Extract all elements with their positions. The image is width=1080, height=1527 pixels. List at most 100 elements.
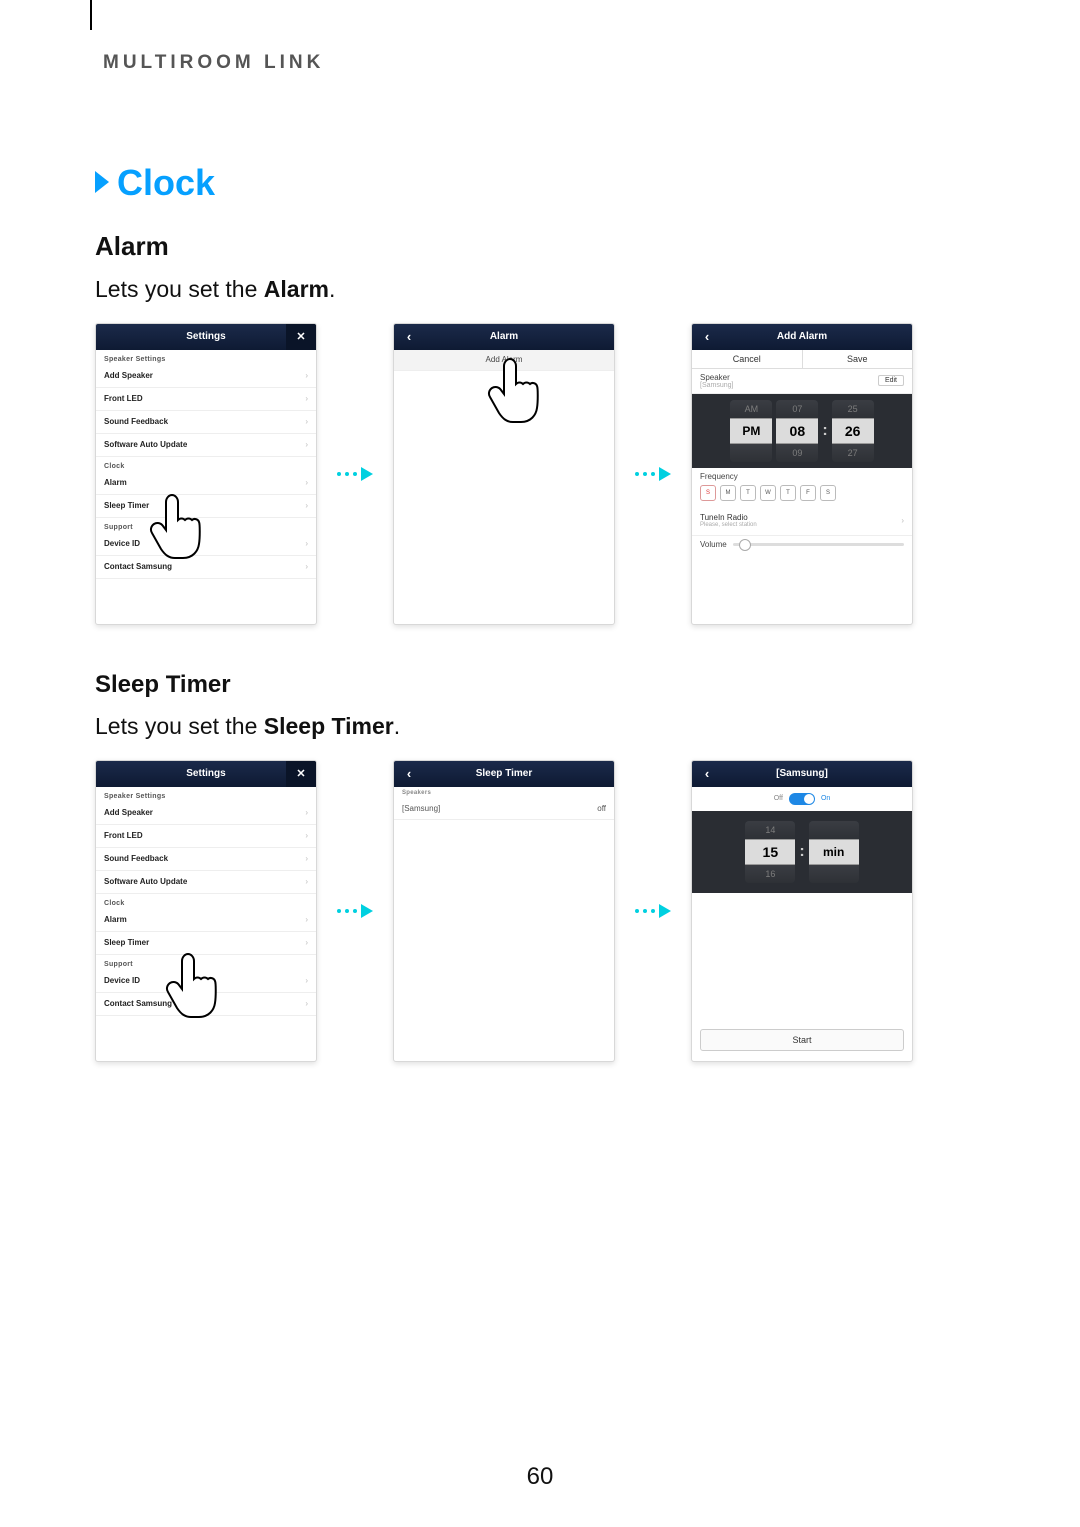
min-selected: 26 [832,418,874,444]
label: Add Speaker [104,371,153,380]
min-selected: 15 [745,839,795,865]
day-mon[interactable]: M [720,485,736,501]
unit-next [809,865,859,883]
chevron-right-icon: › [305,478,308,487]
onoff-toggle[interactable] [789,793,815,805]
cat-clock: Clock [96,457,316,472]
item-alarm[interactable]: Alarm › [96,472,316,495]
speaker-status: off [597,804,606,813]
chevron-right-icon: › [305,938,308,947]
label: Device ID [104,976,140,985]
day-tue[interactable]: T [740,485,756,501]
alarm-title: Alarm [490,331,518,342]
sleep-speaker-row[interactable]: [Samsung] off [394,799,614,820]
breadcrumb: MULTIROOM LINK [103,52,990,74]
item-alarm[interactable]: Alarm › [96,909,316,932]
start-button[interactable]: Start [700,1029,904,1051]
ampm-column[interactable]: AM PM [730,400,772,462]
alarm-desc-suffix: . [329,276,335,302]
day-wed[interactable]: W [760,485,776,501]
item-sound-feedback[interactable]: Sound Feedback› [96,411,316,434]
chevron-right-icon: › [305,831,308,840]
tunein-row[interactable]: TuneIn Radio Please, select station › [692,507,912,536]
back-button[interactable]: ‹ [692,761,722,787]
volume-slider[interactable] [733,543,904,546]
alarm-heading: Alarm [95,232,990,262]
minutes-picker[interactable]: 14 15 16 : min [692,811,912,893]
item-sleep-timer[interactable]: Sleep Timer› [96,932,316,955]
cancel-button[interactable]: Cancel [692,350,802,368]
tunein-sub: Please, select station [700,522,757,528]
item-contact-samsung[interactable]: Contact Samsung› [96,993,316,1016]
close-icon: ✕ [296,330,305,343]
label: Alarm [104,915,127,924]
item-add-speaker[interactable]: Add Speaker› [96,802,316,825]
sleep-detail-header: ‹ [Samsung] [692,761,912,787]
min-prev: 25 [832,400,874,418]
hour-next: 09 [776,444,818,462]
day-fri[interactable]: F [800,485,816,501]
flow-arrow [335,902,375,920]
item-contact-samsung[interactable]: Contact Samsung › [96,556,316,579]
item-device-id[interactable]: Device ID › [96,970,316,993]
sleep-heading: Sleep Timer [95,671,990,699]
close-button[interactable]: ✕ [286,761,316,787]
item-front-led[interactable]: Front LED› [96,388,316,411]
label: Alarm [104,478,127,487]
save-button[interactable]: Save [802,350,913,368]
sleep-title: Sleep Timer [476,768,533,779]
chevron-right-icon: › [305,915,308,924]
chevron-right-icon: › [305,999,308,1008]
close-icon: ✕ [296,767,305,780]
screenshot-sleep-detail: ‹ [Samsung] Off On 14 15 16 : [691,760,913,1062]
arrow-right-icon [335,902,375,920]
sleep-header: ‹ Sleep Timer [394,761,614,787]
min-prev: 14 [745,821,795,839]
time-picker[interactable]: AM PM 07 08 09 : 25 26 27 [692,394,912,468]
toggle-knob-icon [804,794,814,804]
sleep-desc-prefix: Lets you set the [95,713,264,739]
arrow-right-icon [633,902,673,920]
frequency-label-row: Frequency [692,468,912,481]
back-button[interactable]: ‹ [692,324,722,350]
alarm-desc-bold: Alarm [264,276,329,302]
close-button[interactable]: ✕ [286,324,316,350]
hour-column[interactable]: 07 08 09 [776,400,818,462]
chevron-right-icon: › [305,562,308,571]
flow-arrow [335,465,375,483]
chevron-right-icon: › [305,501,308,510]
hour-prev: 07 [776,400,818,418]
item-device-id[interactable]: Device ID› [96,533,316,556]
item-sleep-timer[interactable]: Sleep Timer› [96,495,316,518]
section-title-text: Clock [117,162,215,203]
item-sound-feedback[interactable]: Sound Feedback› [96,848,316,871]
volume-row: Volume [692,536,912,553]
back-button[interactable]: ‹ [394,761,424,787]
day-sun[interactable]: S [700,485,716,501]
chevron-left-icon: ‹ [407,329,411,344]
minutes-column[interactable]: 14 15 16 [745,821,795,883]
label: Contact Samsung [104,562,172,571]
item-software-update[interactable]: Software Auto Update› [96,871,316,894]
day-sat[interactable]: S [820,485,836,501]
chevron-left-icon: ‹ [705,766,709,781]
ampm-next [730,444,772,462]
chevron-right-icon: › [305,877,308,886]
chevron-right-icon [95,171,109,193]
edit-button[interactable]: Edit [878,375,904,386]
add-alarm-label: Add Alarm [486,355,523,364]
screenshot-sleep-list: ‹ Sleep Timer Speakers [Samsung] off [393,760,615,1062]
back-button[interactable]: ‹ [394,324,424,350]
cat-support: Support [96,518,316,533]
sleep-desc: Lets you set the Sleep Timer. [95,713,990,740]
chevron-right-icon: › [305,976,308,985]
item-add-speaker[interactable]: Add Speaker› [96,365,316,388]
add-alarm-bar[interactable]: Add Alarm [394,350,614,371]
alarm-desc: Lets you set the Alarm. [95,276,990,303]
minute-column[interactable]: 25 26 27 [832,400,874,462]
header-rule [90,0,92,30]
item-front-led[interactable]: Front LED› [96,825,316,848]
day-thu[interactable]: T [780,485,796,501]
alarm-header: ‹ Alarm [394,324,614,350]
item-software-update[interactable]: Software Auto Update› [96,434,316,457]
